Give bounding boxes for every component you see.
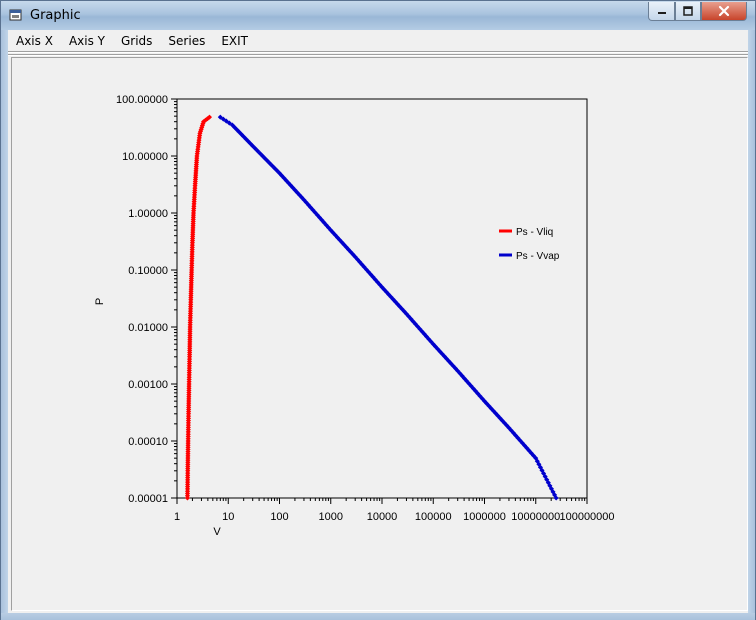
menu-exit[interactable]: EXIT: [213, 31, 256, 51]
x-tick-label: 10000000: [511, 511, 560, 523]
x-tick-label: 100000: [415, 511, 452, 523]
x-axis-label: V: [213, 526, 221, 538]
y-tick-label: 0.01000: [128, 322, 168, 334]
plot-frame: [176, 98, 588, 499]
series-ps-vliq: [184, 114, 213, 501]
window-title: Graphic: [30, 8, 81, 23]
close-icon: [718, 5, 730, 17]
y-tick-label: 0.00100: [128, 379, 168, 391]
close-button[interactable]: [701, 2, 747, 21]
x-tick-label: 1: [174, 511, 180, 523]
legend-label: Ps - Vvap: [516, 251, 560, 262]
legend-label: Ps - Vliq: [516, 227, 553, 238]
y-tick-label: 0.00001: [128, 493, 168, 505]
y-tick-label: 1.00000: [128, 208, 168, 220]
series-ps-vvap: [217, 114, 559, 501]
maximize-icon: [683, 6, 693, 16]
x-tick-label: 10: [222, 511, 234, 523]
x-tick-label: 100000000: [559, 511, 614, 523]
window-frame-right: [748, 30, 755, 613]
x-tick-label: 1000: [319, 511, 343, 523]
menu-bar: Axis X Axis Y Grids Series EXIT: [8, 31, 748, 51]
window-frame-bottom: [1, 613, 755, 620]
y-tick-label: 100.00000: [116, 94, 168, 106]
y-axis-label: P: [94, 298, 106, 305]
y-tick-label: 10.00000: [122, 151, 168, 163]
window-app-icon: [9, 9, 22, 21]
minimize-icon: [657, 12, 666, 14]
x-tick-label: 100: [270, 511, 288, 523]
chart-svg: 1 10 100 1000 10000 100000 1000000 10000000 1000…: [94, 94, 615, 538]
graphic-window: Graphic Axis X Axis Y Grids Series EXIT: [0, 0, 756, 620]
y-tick-label: 0.10000: [128, 265, 168, 277]
x-tick-label: 10000: [367, 511, 398, 523]
menu-separator: [8, 51, 748, 53]
title-bar[interactable]: Graphic: [1, 1, 755, 30]
menu-series[interactable]: Series: [160, 31, 213, 51]
legend-item: Ps - Vvap: [499, 251, 560, 262]
menu-grids[interactable]: Grids: [113, 31, 160, 51]
menu-axis-x[interactable]: Axis X: [8, 31, 61, 51]
y-tick-label: 0.00010: [128, 436, 168, 448]
x-tick-label: 1000000: [463, 511, 506, 523]
legend-item: Ps - Vliq: [499, 227, 553, 238]
maximize-button[interactable]: [675, 2, 701, 21]
window-frame-left: [1, 30, 8, 613]
menu-axis-y[interactable]: Axis Y: [61, 31, 113, 51]
menu-separator-lower: [8, 54, 748, 56]
minimize-button[interactable]: [648, 2, 675, 21]
chart-area: 1 10 100 1000 10000 100000 1000000 10000000 1000…: [11, 57, 748, 611]
